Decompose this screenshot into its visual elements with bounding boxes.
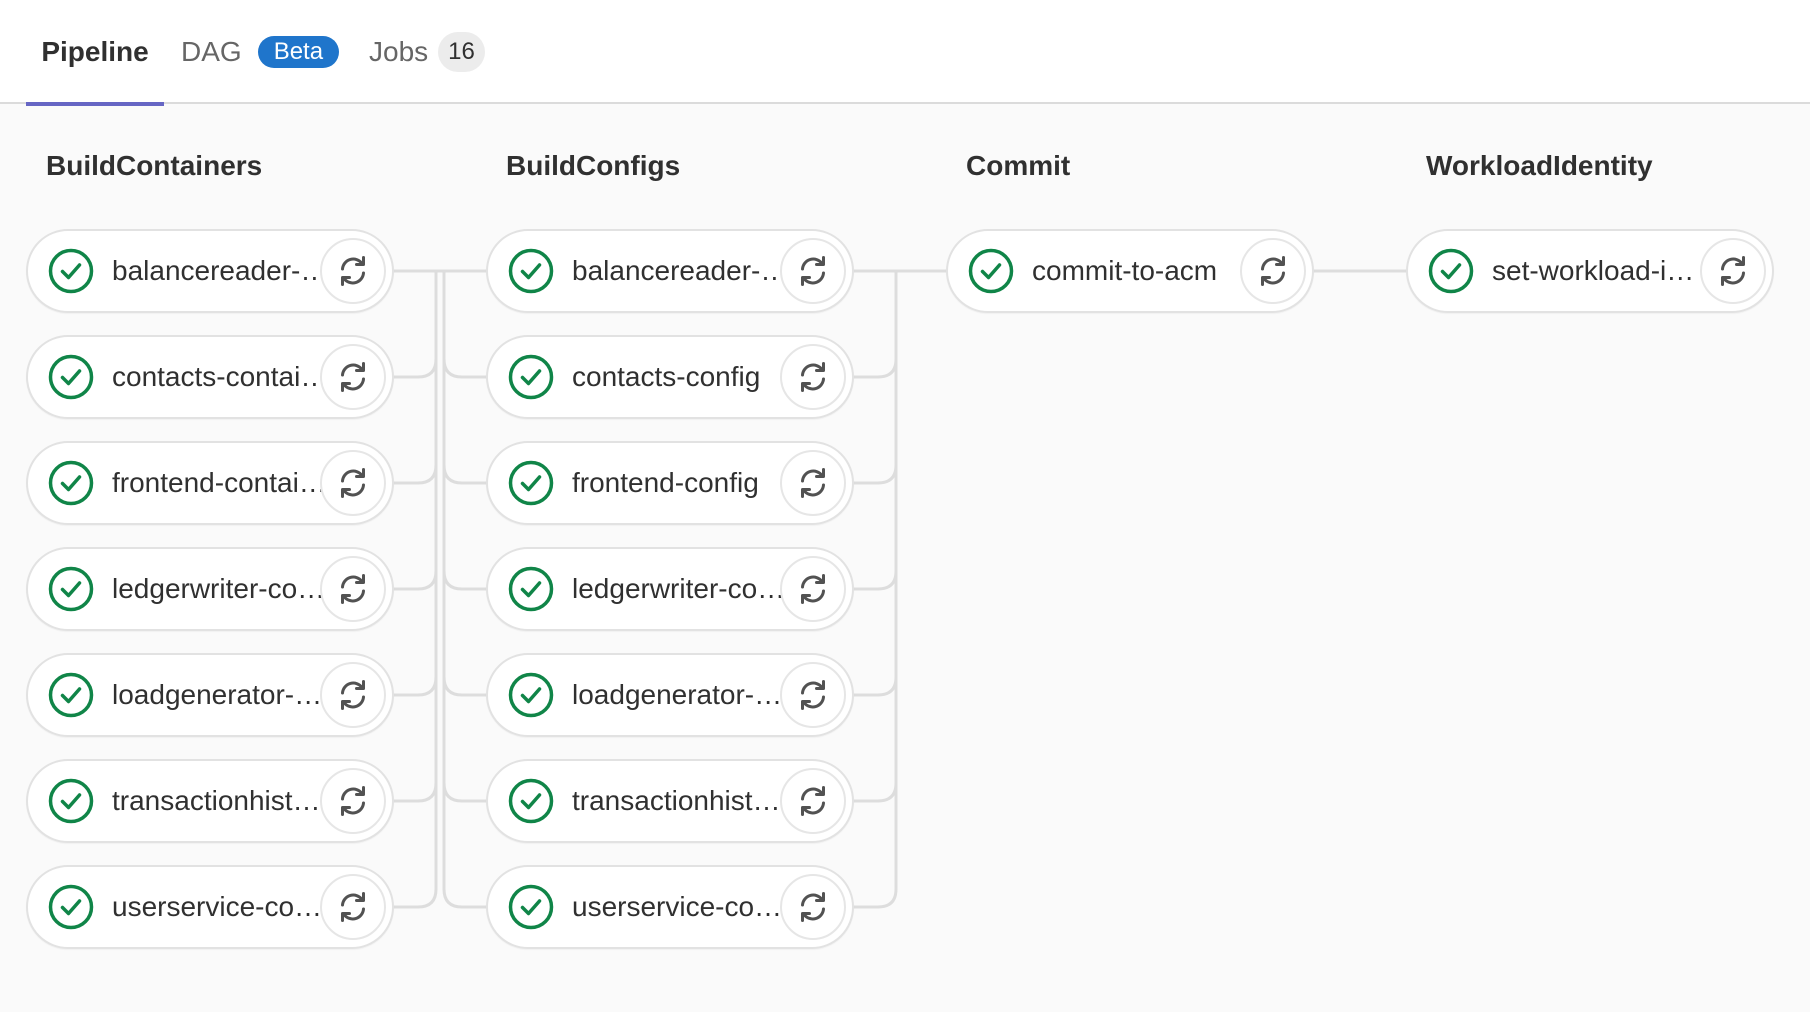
tab-dag-label: DAG [181,36,242,67]
retry-icon[interactable] [320,344,386,410]
active-tab-indicator [26,102,164,106]
job-name[interactable]: balancereader-… [572,231,794,311]
job-buildcontainers-6[interactable]: userservice-co… [26,865,394,949]
check-circle-icon [48,884,94,930]
check-circle-icon [48,354,94,400]
check-circle-icon [508,460,554,506]
job-name[interactable]: userservice-co… [112,867,334,947]
stage2-out-connector-4 [854,271,898,697]
job-name[interactable]: userservice-co… [572,867,794,947]
stage1-in-connector-1 [442,271,486,379]
job-buildconfigs-1[interactable]: contacts-config [486,335,854,419]
retry-icon[interactable] [780,556,846,622]
stage2-out-connector-3 [854,271,898,591]
pipeline-tabs: Pipeline DAG Beta Jobs 16 [0,0,1810,106]
stage1-in-connector-3 [442,271,486,591]
check-circle-icon [1428,248,1474,294]
retry-icon[interactable] [780,344,846,410]
job-buildcontainers-0[interactable]: balancereader-… [26,229,394,313]
tab-jobs[interactable]: Jobs 16 [369,0,485,104]
retry-icon[interactable] [780,238,846,304]
job-buildconfigs-2[interactable]: frontend-config [486,441,854,525]
job-workloadidentity-0[interactable]: set-workload-i… [1406,229,1774,313]
stage1-in-connector-4 [442,271,486,697]
stage1-in-connector-2 [442,271,486,485]
job-buildcontainers-2[interactable]: frontend-contai… [26,441,394,525]
check-circle-icon [48,778,94,824]
job-name[interactable]: ledgerwriter-co… [572,549,794,629]
stage2-out-connector-1 [854,271,898,379]
retry-icon[interactable] [780,662,846,728]
job-name[interactable]: commit-to-acm [1032,231,1254,311]
tab-jobs-label: Jobs [369,36,429,67]
job-commit-0[interactable]: commit-to-acm [946,229,1314,313]
check-circle-icon [968,248,1014,294]
retry-icon[interactable] [320,238,386,304]
tab-pipeline[interactable]: Pipeline [26,0,164,106]
stage1-out-connector-3 [394,271,438,591]
job-name[interactable]: contacts-config [572,337,794,417]
job-name[interactable]: frontend-config [572,443,794,523]
retry-icon[interactable] [320,450,386,516]
check-circle-icon [48,460,94,506]
job-buildcontainers-1[interactable]: contacts-contai… [26,335,394,419]
retry-icon[interactable] [320,874,386,940]
job-name[interactable]: contacts-contai… [112,337,334,417]
stage1-out-connector-5 [394,271,438,803]
retry-icon[interactable] [780,874,846,940]
stage1-in-connector-5 [442,271,486,803]
tab-dag[interactable]: DAG Beta [181,0,340,104]
job-name[interactable]: transactionhisto… [572,761,794,841]
retry-icon[interactable] [320,662,386,728]
job-name[interactable]: loadgenerator-… [112,655,334,735]
stage2-out-connector-6 [854,271,898,909]
stage1-out-connector-4 [394,271,438,697]
stage-title-workloadidentity: WorkloadIdentity [1426,150,1653,181]
retry-icon[interactable] [780,450,846,516]
job-buildcontainers-3[interactable]: ledgerwriter-co… [26,547,394,631]
job-buildconfigs-5[interactable]: transactionhisto… [486,759,854,843]
check-circle-icon [508,778,554,824]
check-circle-icon [508,248,554,294]
retry-icon[interactable] [1700,238,1766,304]
stage-title-commit: Commit [966,150,1071,181]
check-circle-icon [508,566,554,612]
retry-icon[interactable] [320,556,386,622]
job-name[interactable]: ledgerwriter-co… [112,549,334,629]
check-circle-icon [508,354,554,400]
job-buildconfigs-6[interactable]: userservice-co… [486,865,854,949]
stage1-out-connector-2 [394,271,438,485]
job-buildconfigs-3[interactable]: ledgerwriter-co… [486,547,854,631]
stage-title-buildconfigs: BuildConfigs [506,150,681,181]
job-buildcontainers-5[interactable]: transactionhisto… [26,759,394,843]
retry-icon[interactable] [1240,238,1306,304]
retry-icon[interactable] [780,768,846,834]
stage2-out-connector-2 [854,271,898,485]
stage1-out-connector-6 [394,271,438,909]
job-name[interactable]: balancereader-… [112,231,334,311]
check-circle-icon [508,884,554,930]
job-name[interactable]: set-workload-i… [1492,231,1714,311]
check-circle-icon [48,566,94,612]
tab-pipeline-label: Pipeline [41,36,149,67]
stage1-in-connector-6 [442,271,486,909]
job-name[interactable]: frontend-contai… [112,443,334,523]
job-name[interactable]: transactionhisto… [112,761,334,841]
check-circle-icon [48,248,94,294]
job-buildconfigs-0[interactable]: balancereader-… [486,229,854,313]
stage-title-buildcontainers: BuildContainers [46,150,263,181]
retry-icon[interactable] [320,768,386,834]
beta-badge: Beta [257,36,340,68]
stage1-out-connector-1 [394,271,438,379]
job-name[interactable]: loadgenerator-… [572,655,794,735]
check-circle-icon [508,672,554,718]
check-circle-icon [48,672,94,718]
job-buildconfigs-4[interactable]: loadgenerator-… [486,653,854,737]
jobs-count-badge: 16 [438,32,485,72]
job-buildcontainers-4[interactable]: loadgenerator-… [26,653,394,737]
stage2-out-connector-5 [854,271,898,803]
